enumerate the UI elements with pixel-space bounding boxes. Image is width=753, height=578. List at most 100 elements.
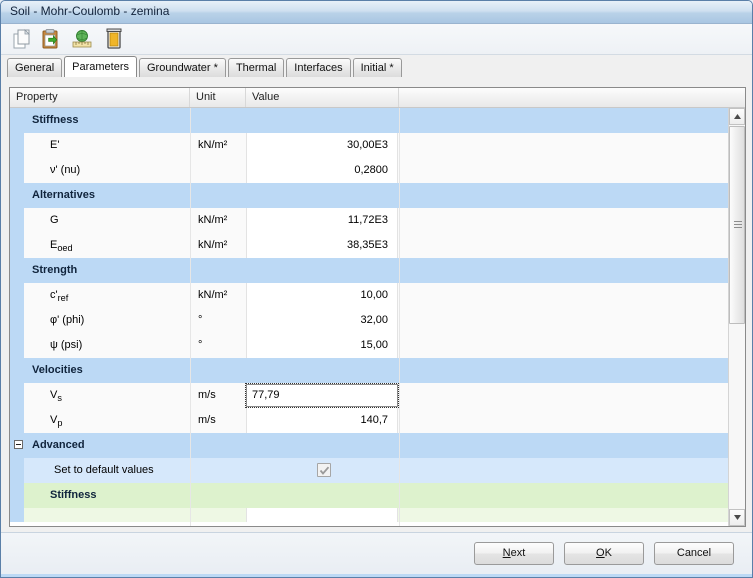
unit-label: kN/m² <box>198 139 228 151</box>
column-separator <box>190 108 191 526</box>
section-row-strength[interactable]: Strength <box>10 258 728 283</box>
value-label[interactable]: 15,00 <box>246 333 394 358</box>
tab-parameters-label: Parameters <box>72 61 129 73</box>
value-label <box>246 508 394 522</box>
table-row-active[interactable]: Vs m/s 77,79 <box>10 383 728 408</box>
subsection-row-stiffness-advanced[interactable]: Stiffness <box>10 483 728 508</box>
copy-icon[interactable] <box>9 26 35 52</box>
column-header-property[interactable]: Property <box>10 88 190 107</box>
unit-label: m/s <box>198 414 216 426</box>
unit-label: kN/m² <box>198 214 228 226</box>
column-header-extra[interactable] <box>399 88 729 107</box>
vs-value-text: 77,79 <box>252 389 280 401</box>
check-icon <box>319 466 330 475</box>
tab-thermal[interactable]: Thermal <box>227 58 285 77</box>
section-label: Velocities <box>32 364 83 376</box>
unit-label: kN/m² <box>198 289 228 301</box>
property-base: c' <box>50 289 58 301</box>
property-label: Eoed <box>50 233 73 258</box>
table-row[interactable]: ψ (psi) ° 15,00 <box>10 333 728 358</box>
table-row-set-default[interactable]: Set to default values <box>10 458 728 483</box>
tab-general[interactable]: General <box>7 58 63 77</box>
soil-parameters-dialog: Soil - Mohr-Coulomb - zemina General Par… <box>0 0 753 578</box>
property-subscript: oed <box>57 243 73 254</box>
section-row-alternatives[interactable]: Alternatives <box>10 183 728 208</box>
section-label: Stiffness <box>50 489 97 501</box>
set-to-default-values-checkbox[interactable] <box>317 463 331 477</box>
property-label: φ' (phi) <box>50 314 85 326</box>
property-label: c'ref <box>50 283 68 308</box>
property-label: ν' (nu) <box>50 164 81 176</box>
next-rest: ext <box>510 547 526 559</box>
ok-button[interactable]: OK <box>564 542 644 565</box>
property-label: G <box>50 214 59 226</box>
dialog-footer: Next OK Cancel <box>1 532 752 577</box>
unit-label: ° <box>198 339 203 351</box>
value-label[interactable]: 0,2800 <box>246 158 394 183</box>
value-label[interactable]: 10,00 <box>246 283 394 308</box>
property-label: Set to default values <box>54 464 154 476</box>
value-label[interactable]: 140,7 <box>246 408 394 433</box>
column-header-value[interactable]: Value <box>246 88 399 107</box>
section-row-velocities[interactable]: Velocities <box>10 358 728 383</box>
property-label: E' <box>50 139 60 151</box>
table-row[interactable]: E' kN/m² 30,00E3 <box>10 133 728 158</box>
vertical-scrollbar[interactable] <box>728 108 745 526</box>
table-row[interactable]: φ' (phi) ° 32,00 <box>10 308 728 333</box>
table-row[interactable]: G kN/m² 11,72E3 <box>10 208 728 233</box>
table-row[interactable]: ν' (nu) 0,2800 <box>10 158 728 183</box>
grid-body: Stiffness E' kN/m² 30,00E3 ν' (nu) 0,280… <box>10 108 728 526</box>
paste-clipboard-icon[interactable] <box>39 26 65 52</box>
table-row[interactable]: Eoed kN/m² 38,35E3 <box>10 233 728 258</box>
scrollbar-thumb[interactable] <box>729 126 745 324</box>
table-row[interactable]: Vp m/s 140,7 <box>10 408 728 433</box>
tab-thermal-label: Thermal <box>235 62 277 74</box>
unit-label: kN/m² <box>198 239 228 251</box>
tab-parameters[interactable]: Parameters <box>64 56 137 77</box>
tab-strip: General Parameters Groundwater * Thermal… <box>7 56 752 79</box>
title-bar: Soil - Mohr-Coulomb - zemina <box>1 1 752 24</box>
table-row-partial[interactable] <box>10 508 728 522</box>
table-row[interactable]: c'ref kN/m² 10,00 <box>10 283 728 308</box>
section-row-advanced[interactable]: Advanced <box>10 433 728 458</box>
tab-initial-label: Initial * <box>360 62 394 74</box>
cancel-button[interactable]: Cancel <box>654 542 734 565</box>
window-title: Soil - Mohr-Coulomb - zemina <box>10 4 170 18</box>
property-subscript: s <box>57 393 62 404</box>
value-label[interactable]: 11,72E3 <box>246 208 394 233</box>
value-label[interactable]: 32,00 <box>246 308 394 333</box>
tab-interfaces-label: Interfaces <box>294 62 343 74</box>
section-label: Stiffness <box>32 114 79 126</box>
next-accel: N <box>502 547 511 559</box>
grid-rows: Stiffness E' kN/m² 30,00E3 ν' (nu) 0,280… <box>10 108 728 522</box>
column-separator <box>399 108 400 526</box>
bottom-accent-bar <box>1 574 752 577</box>
scroll-down-arrow-icon[interactable] <box>729 509 745 526</box>
tab-interfaces[interactable]: Interfaces <box>286 58 351 77</box>
value-label[interactable]: 38,35E3 <box>246 233 394 258</box>
globe-ruler-icon[interactable] <box>69 26 95 52</box>
property-label: ψ (psi) <box>50 339 83 351</box>
property-subscript: p <box>57 418 63 429</box>
tab-groundwater-label: Groundwater * <box>147 62 218 74</box>
scroll-up-arrow-icon[interactable] <box>729 108 745 125</box>
section-row-stiffness[interactable]: Stiffness <box>10 108 728 133</box>
collapse-box-icon[interactable] <box>14 440 23 449</box>
property-label: Vs <box>50 383 62 408</box>
value-label[interactable]: 30,00E3 <box>246 133 394 158</box>
next-button[interactable]: Next <box>474 542 554 565</box>
unit-label: ° <box>198 314 203 326</box>
section-label: Alternatives <box>32 189 95 201</box>
property-label: Vp <box>50 408 62 433</box>
section-label: Strength <box>32 264 78 276</box>
tab-general-label: General <box>15 62 55 74</box>
sample-tube-icon[interactable] <box>101 26 127 52</box>
column-header-unit[interactable]: Unit <box>190 88 246 107</box>
grid-header-row: Property Unit Value <box>10 88 745 108</box>
vs-value-input[interactable]: 77,79 <box>245 383 399 408</box>
parameters-grid: Property Unit Value Stiffness E' kN/m² 3… <box>9 87 746 527</box>
tab-initial[interactable]: Initial * <box>352 58 402 77</box>
unit-label: m/s <box>198 389 216 401</box>
tab-groundwater[interactable]: Groundwater * <box>139 58 226 77</box>
toolbar <box>1 24 752 55</box>
